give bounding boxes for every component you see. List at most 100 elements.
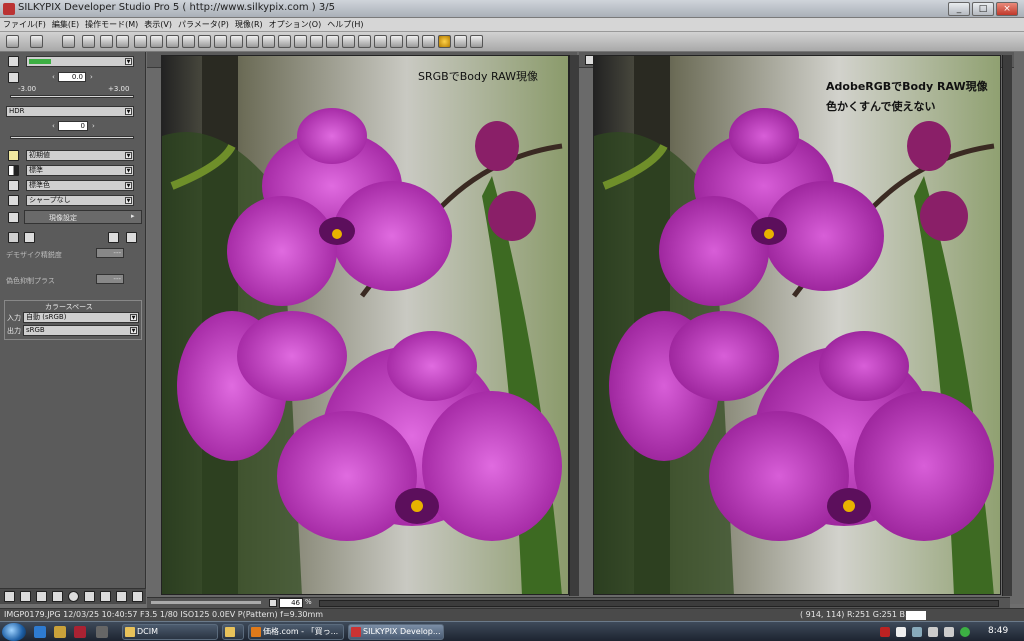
color-value: 標準色 [29, 181, 50, 189]
increase-arrow-icon[interactable]: › [90, 73, 93, 81]
panel-tool-7-icon[interactable] [100, 591, 111, 602]
ie-icon[interactable] [34, 626, 46, 638]
panel-tool-3-icon[interactable] [36, 591, 47, 602]
output-colorspace-dropdown[interactable]: sRGB ▼ [23, 325, 139, 336]
rotate-right-icon[interactable] [358, 35, 371, 48]
panel-tool-1-icon[interactable] [4, 591, 15, 602]
taskbar-item-blank[interactable] [222, 624, 244, 640]
view-compare-icon[interactable] [150, 35, 163, 48]
clip-icon[interactable] [82, 35, 95, 48]
menu-options[interactable]: オプション(O) [266, 18, 325, 32]
input-label: 入力 [7, 314, 21, 322]
zoom-out-icon[interactable] [269, 599, 277, 607]
white-balance-dropdown[interactable]: 初期値 ▼ [26, 150, 134, 161]
taskbar-item-silkypix[interactable]: SILKYPIX Develop... [348, 624, 444, 640]
menu-edit[interactable]: 編集(E) [49, 18, 82, 32]
right-vertical-scrollbar[interactable] [1002, 55, 1012, 596]
input-colorspace-dropdown[interactable]: 自動 (sRGB) ▼ [23, 312, 139, 323]
explorer-icon[interactable] [54, 626, 66, 638]
thumbnail-grid-icon[interactable] [246, 35, 259, 48]
exposure-value[interactable]: 0.0 [58, 72, 86, 82]
menu-help[interactable]: ヘルプ(H) [324, 18, 366, 32]
view-single-icon[interactable] [134, 35, 147, 48]
view-grid-icon[interactable] [166, 35, 179, 48]
left-photo[interactable]: SRGBでBody RAW現像 [161, 55, 569, 595]
develop-coin-icon[interactable] [438, 35, 451, 48]
wrench-icon[interactable] [6, 35, 19, 48]
right-photo[interactable]: AdobeRGBでBody RAW現像 色かくすんで使えない [593, 55, 1001, 595]
folder-tab-icon[interactable] [30, 35, 43, 48]
view-full-icon[interactable] [182, 35, 195, 48]
brush-icon[interactable] [294, 35, 307, 48]
maximize-button[interactable]: □ [972, 2, 994, 16]
pick-icon[interactable] [262, 35, 275, 48]
exposure-slider[interactable] [10, 95, 134, 98]
tools-icon[interactable] [126, 232, 137, 243]
security-icon[interactable] [960, 627, 970, 637]
zoom-value[interactable]: 46 [279, 598, 303, 608]
develop-settings-header[interactable]: 現像設定 ▸ [24, 210, 142, 224]
panel-menu-icon[interactable]: ▸ [131, 212, 135, 220]
taste-dropdown[interactable]: ▼ [26, 56, 134, 67]
puzzle-icon[interactable] [454, 35, 467, 48]
color-dropdown[interactable]: 標準色 ▼ [26, 180, 134, 191]
taskbar-item-dcim[interactable]: DCIM [122, 624, 218, 640]
menu-develop[interactable]: 現像(R) [232, 18, 266, 32]
settings-icon[interactable] [406, 35, 419, 48]
redo-icon[interactable] [116, 35, 129, 48]
colorspace-group: カラースペース 入力 自動 (sRGB) ▼ 出力 sRGB ▼ [4, 300, 142, 340]
crop-icon[interactable] [326, 35, 339, 48]
text-icon[interactable] [422, 35, 435, 48]
undo-icon[interactable] [100, 35, 113, 48]
start-button[interactable] [2, 623, 26, 641]
menu-view[interactable]: 表示(V) [141, 18, 175, 32]
warning-icon[interactable] [198, 35, 211, 48]
taskbar-item-kakaku[interactable]: 価格.com - 「買っ... [248, 624, 344, 640]
flag-icon[interactable] [390, 35, 403, 48]
next-icon[interactable] [230, 35, 243, 48]
lock-icon[interactable] [8, 232, 19, 243]
eyedropper-icon[interactable] [278, 35, 291, 48]
menu-parameter[interactable]: パラメータ(P) [175, 18, 232, 32]
monitor-icon[interactable] [470, 35, 483, 48]
volume-icon[interactable] [944, 627, 954, 637]
tone-dropdown[interactable]: 標準 ▼ [26, 165, 134, 176]
left-vertical-scrollbar[interactable] [569, 55, 579, 596]
quicklaunch-icon[interactable] [96, 626, 108, 638]
menu-operation-mode[interactable]: 操作モード(M) [82, 18, 141, 32]
panel-tool-5-icon[interactable] [68, 591, 79, 602]
panel-tool-4-icon[interactable] [52, 591, 63, 602]
minimize-button[interactable]: _ [948, 2, 970, 16]
tray-2-icon[interactable] [896, 627, 906, 637]
close-button[interactable]: × [996, 2, 1018, 16]
false-color-value[interactable]: --- [96, 274, 124, 284]
media-icon[interactable] [74, 626, 86, 638]
checkbox-icon[interactable] [374, 35, 387, 48]
decrease-arrow-icon[interactable]: ‹ [52, 73, 55, 81]
demosaic-value[interactable]: --- [96, 248, 124, 258]
hdr-slider[interactable] [10, 136, 134, 139]
panel-tool-8-icon[interactable] [116, 591, 127, 602]
sharpness-dropdown[interactable]: シャープなし ▼ [26, 195, 134, 206]
menu-file[interactable]: ファイル(F) [0, 18, 49, 32]
hdr-dropdown[interactable]: HDR ▼ [6, 106, 134, 117]
memo-icon[interactable] [24, 232, 35, 243]
panel-tool-6-icon[interactable] [84, 591, 95, 602]
open-folder-icon[interactable] [62, 35, 75, 48]
check-icon[interactable] [108, 232, 119, 243]
rotate-left-icon[interactable] [342, 35, 355, 48]
hdr-decrease-icon[interactable]: ‹ [52, 122, 55, 130]
sharpness-value: シャープなし [29, 196, 71, 204]
tray-1-icon[interactable] [880, 627, 890, 637]
panel-tool-2-icon[interactable] [20, 591, 31, 602]
pen-icon[interactable] [310, 35, 323, 48]
color-pen-icon [8, 180, 19, 191]
horizontal-scrollbar[interactable] [319, 600, 999, 607]
network-icon[interactable] [928, 627, 938, 637]
hdr-value[interactable]: 0 [58, 121, 88, 131]
hdr-increase-icon[interactable]: › [92, 122, 95, 130]
panel-tool-9-icon[interactable] [132, 591, 143, 602]
prev-icon[interactable] [214, 35, 227, 48]
zoom-slider[interactable] [151, 601, 261, 604]
tray-3-icon[interactable] [912, 627, 922, 637]
